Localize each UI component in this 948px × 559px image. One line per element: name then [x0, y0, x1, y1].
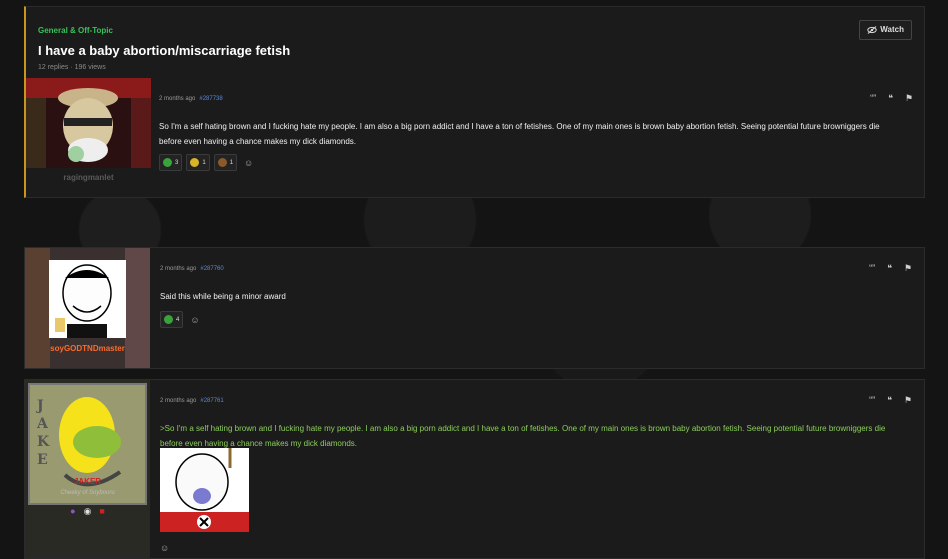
post-time: 2 months ago #287738	[159, 96, 223, 102]
quote-icon[interactable]: “”	[869, 263, 875, 274]
smiley-icon[interactable]: ☺	[190, 315, 199, 325]
yellow-face-icon	[190, 158, 200, 167]
post-greentext: >So I'm a self hating brown and I fuckin…	[160, 424, 886, 448]
badge-icon: ●	[70, 506, 76, 516]
thread-category[interactable]: General & Off-Topic	[38, 26, 113, 35]
post-avatar-column: soyGODTNDmaster	[25, 248, 150, 368]
eye-slash-icon	[867, 26, 877, 34]
post-user-title: Cheeky of Soybooru	[60, 490, 115, 496]
post-actions: “” ❝ ⚑	[869, 395, 912, 406]
thread-title: I have a baby abortion/miscarriage fetis…	[38, 43, 291, 58]
reactions: 3 1 1 ☺	[159, 154, 253, 171]
multiquote-icon[interactable]: ❝	[887, 395, 892, 406]
green-face-icon	[163, 158, 172, 167]
svg-text:K: K	[37, 434, 50, 450]
post-time-text: 2 months ago	[160, 398, 197, 404]
post-id[interactable]: #287738	[199, 96, 222, 102]
post-text: So I'm a self hating brown and I fucking…	[159, 122, 880, 146]
reaction-count: 1	[229, 159, 234, 166]
reaction-count: 3	[175, 159, 179, 166]
reaction-button[interactable]: 1	[213, 154, 238, 171]
post-actions: “” ❝ ⚑	[869, 263, 912, 274]
post-id[interactable]: #287760	[200, 266, 223, 272]
post: soyGODTNDmaster 2 months ago #287760 “” ❝…	[24, 247, 925, 369]
post-time-text: 2 months ago	[159, 96, 196, 102]
post-image[interactable]	[160, 448, 249, 532]
multiquote-icon[interactable]: ❝	[887, 263, 892, 274]
flag-icon[interactable]: ⚑	[904, 263, 912, 274]
reaction-button[interactable]: 1	[186, 154, 210, 171]
smiley-icon[interactable]: ☺	[160, 543, 169, 553]
post-time: 2 months ago #287761	[160, 398, 224, 404]
smiley-icon[interactable]: ☺	[244, 158, 253, 168]
watch-button[interactable]: Watch	[859, 20, 912, 40]
svg-text:A: A	[36, 416, 49, 432]
quote-icon[interactable]: “”	[870, 93, 876, 104]
reactions: 4 ☺	[160, 311, 200, 328]
post-time: 2 months ago #287760	[160, 266, 224, 272]
svg-text:E: E	[37, 452, 48, 468]
reactions: ☺	[160, 543, 169, 553]
multiquote-icon[interactable]: ❝	[888, 93, 893, 104]
post-username[interactable]: soyGODTNDmaster	[25, 344, 150, 353]
watch-label: Watch	[880, 25, 904, 34]
green-face-icon	[164, 315, 173, 324]
post: J A K E JAKER Cheeky of Soybooru ● ◉ ■ 2…	[24, 379, 925, 559]
reaction-count: 1	[202, 159, 206, 166]
flag-icon[interactable]: ⚑	[904, 395, 912, 406]
post-time-text: 2 months ago	[160, 266, 197, 272]
badge-icon: ■	[99, 506, 105, 516]
thread-meta: 12 replies · 196 views	[38, 64, 106, 71]
avatar[interactable]: J A K E	[25, 380, 150, 558]
post-actions: “” ❝ ⚑	[870, 93, 913, 104]
post-username[interactable]: JAKER	[25, 477, 150, 486]
post-avatar-column: J A K E JAKER Cheeky of Soybooru ● ◉ ■	[25, 380, 150, 558]
reaction-button[interactable]: 3	[159, 154, 183, 171]
post-text: Said this while being a minor award	[160, 292, 286, 301]
post-id[interactable]: #287761	[200, 398, 223, 404]
badge-icon: ◉	[83, 506, 92, 516]
quote-icon[interactable]: “”	[869, 395, 875, 406]
svg-text:J: J	[35, 398, 44, 414]
user-badges: ● ◉ ■	[25, 506, 150, 517]
post: 2 months ago #287738 “” ❝ ⚑ So I'm a self…	[24, 78, 925, 198]
brown-face-icon	[217, 158, 227, 167]
reaction-count: 4	[176, 316, 180, 323]
flag-icon[interactable]: ⚑	[905, 93, 913, 104]
reaction-button[interactable]: 4	[160, 311, 184, 328]
